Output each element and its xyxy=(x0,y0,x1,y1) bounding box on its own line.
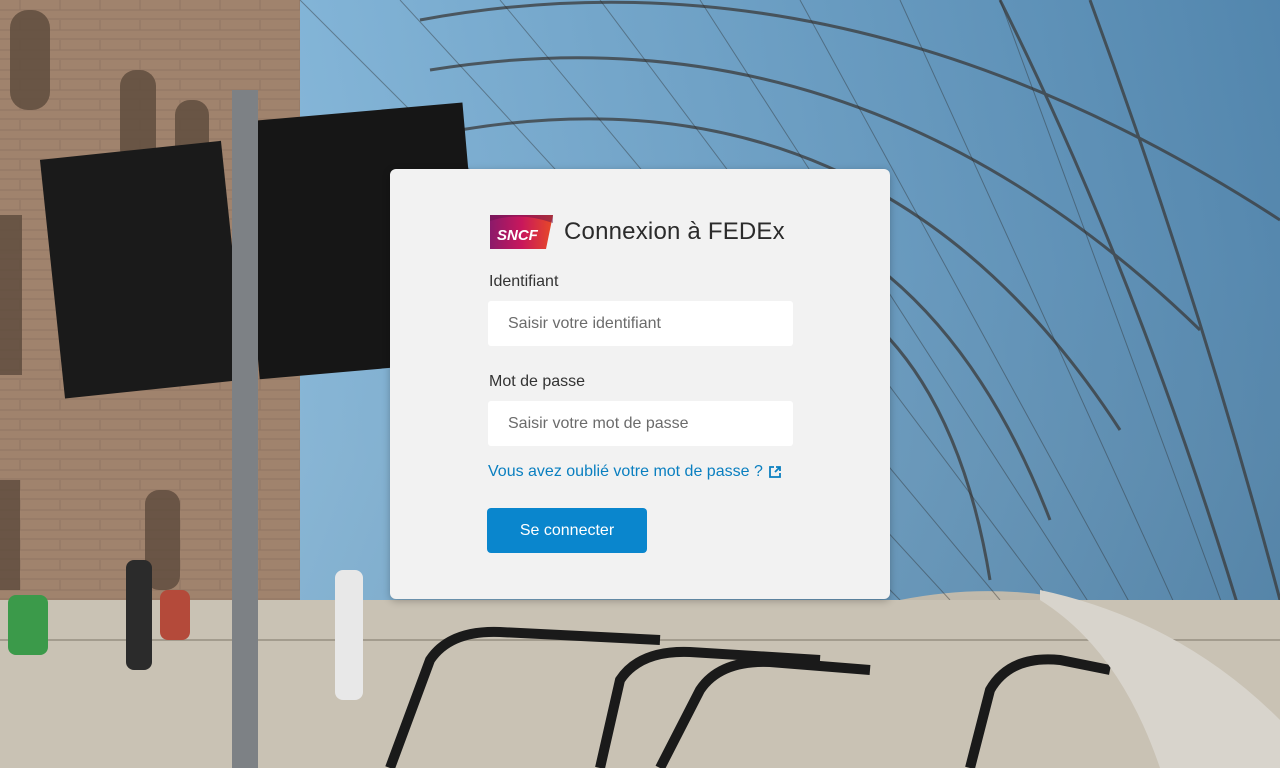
password-input[interactable] xyxy=(488,401,793,446)
forgot-password-link[interactable]: Vous avez oublié votre mot de passe ? xyxy=(488,463,781,481)
login-title: Connexion à FEDEx xyxy=(564,218,785,245)
sncf-logo-text: SNCF xyxy=(497,227,539,244)
login-header: SNCF Connexion à FEDEx xyxy=(490,215,785,249)
login-card: SNCF Connexion à FEDEx Identifiant Mot d… xyxy=(390,169,890,599)
external-link-icon xyxy=(768,466,781,478)
sncf-logo: SNCF xyxy=(490,215,553,249)
password-label: Mot de passe xyxy=(489,373,586,390)
username-input[interactable] xyxy=(488,301,793,346)
forgot-password-text: Vous avez oublié votre mot de passe ? xyxy=(488,463,763,480)
username-label: Identifiant xyxy=(489,273,559,290)
login-submit-button[interactable]: Se connecter xyxy=(487,508,647,553)
